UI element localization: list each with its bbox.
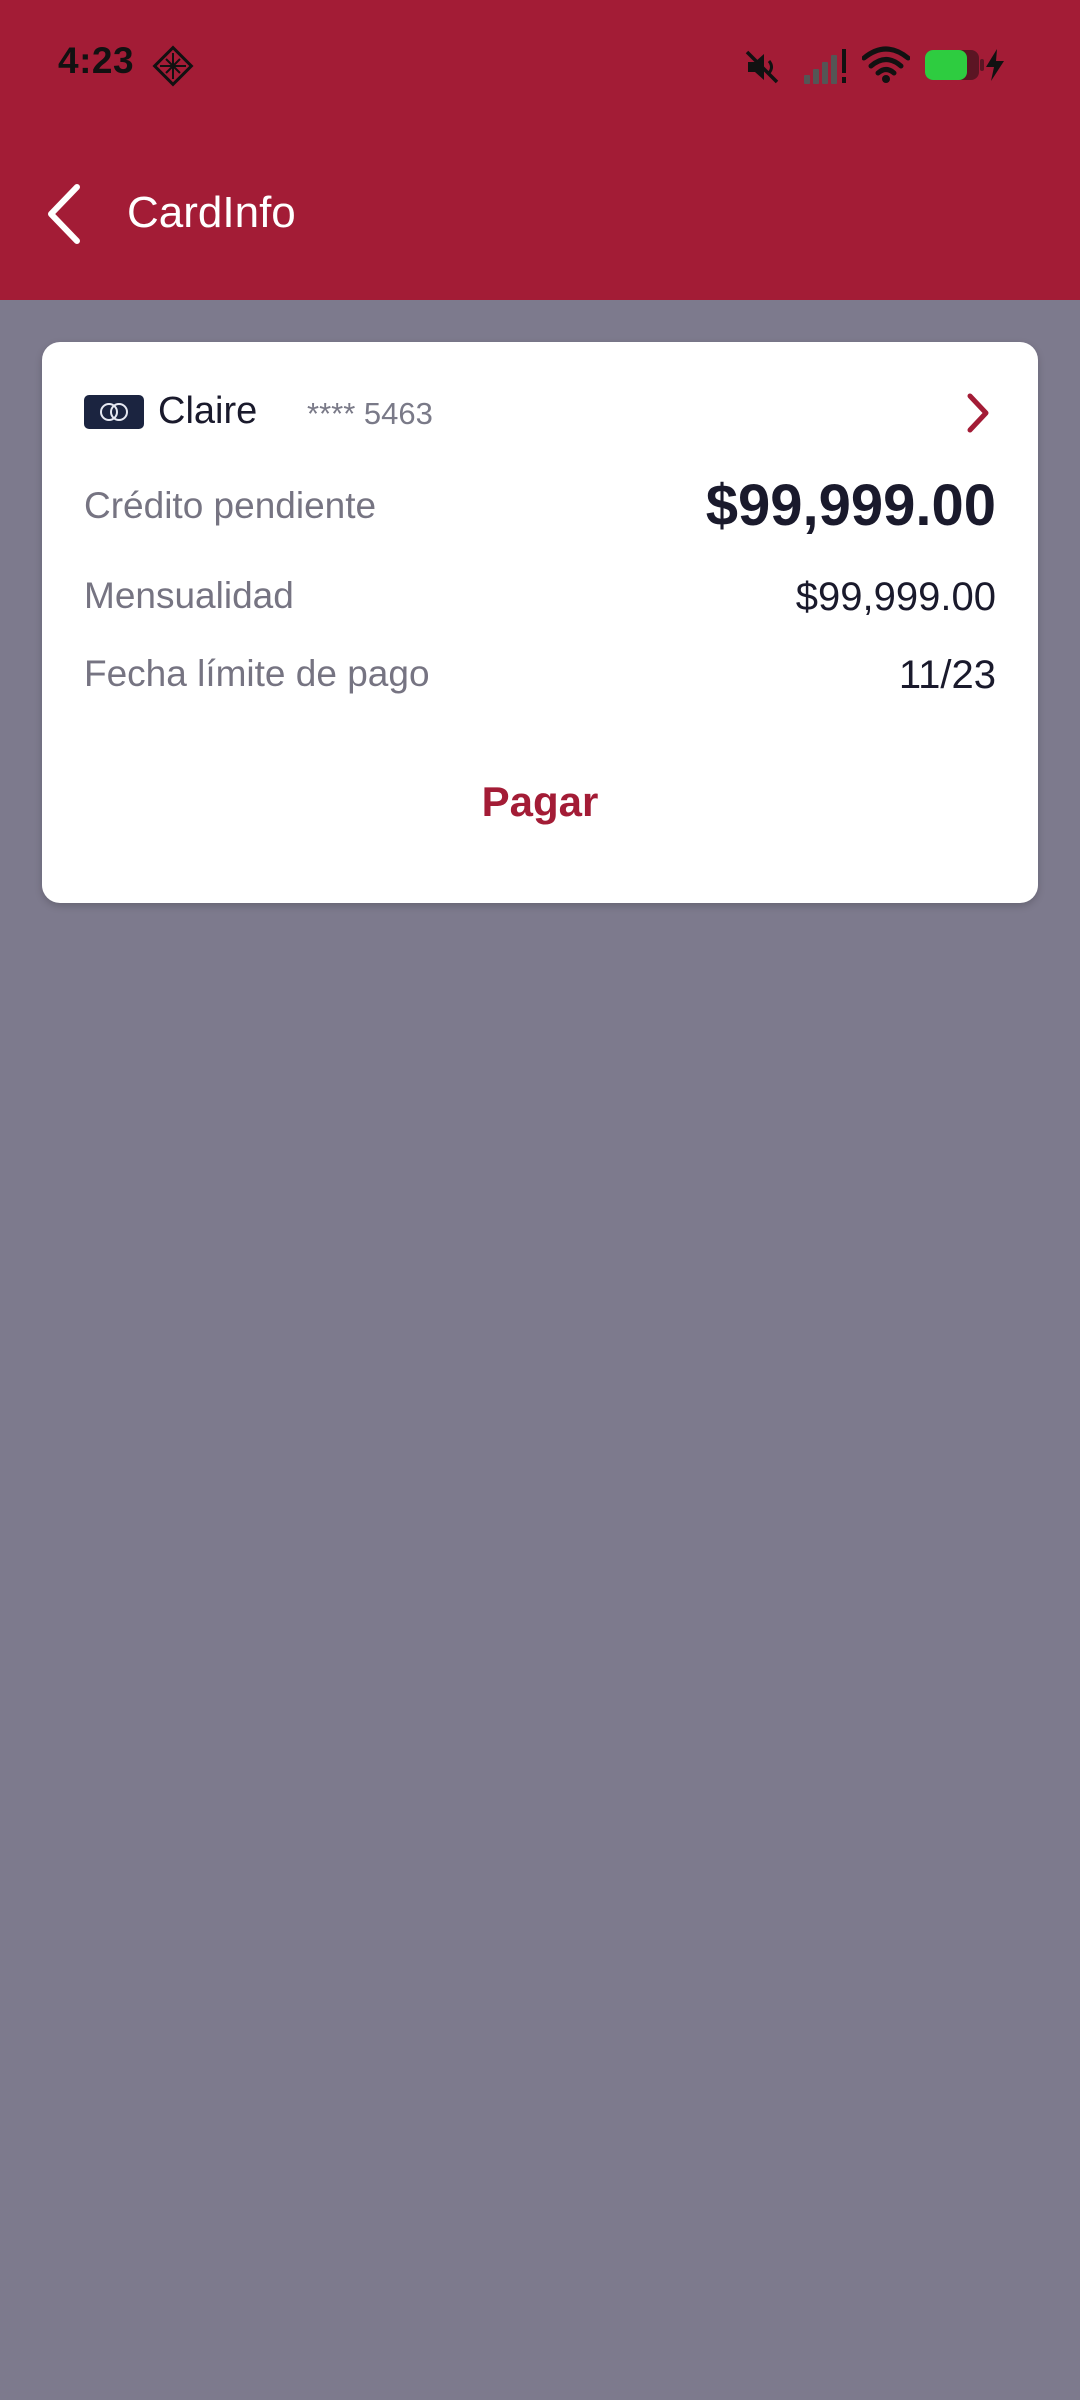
battery-icon xyxy=(925,50,984,80)
grid-notification-icon xyxy=(152,45,194,87)
nav-bar: CardInfo xyxy=(0,160,1080,270)
status-time: 4:23 xyxy=(58,40,135,81)
card-number: **** 5463 xyxy=(307,396,433,431)
charging-icon xyxy=(986,49,1004,81)
card-brand-logo xyxy=(84,395,144,429)
monthly-payment-value: $99,999.00 xyxy=(795,575,996,619)
pay-button[interactable]: Pagar xyxy=(390,757,690,847)
card-header-link[interactable]: Claire **** 5463 xyxy=(84,382,996,444)
monthly-payment-label: Mensualidad xyxy=(84,575,294,616)
status-bar: 4:23 xyxy=(0,0,1080,130)
due-date-label: Fecha límite de pago xyxy=(84,653,430,694)
outstanding-credit-label: Crédito pendiente xyxy=(84,485,377,526)
mute-icon xyxy=(745,50,779,84)
back-chevron-icon xyxy=(48,184,80,244)
credit-card-summary: Claire **** 5463 Crédito pendiente $99,9… xyxy=(42,342,1038,903)
card-holder-name: Claire xyxy=(158,390,258,432)
chevron-right-icon xyxy=(967,393,989,433)
due-date-value: 11/23 xyxy=(898,653,996,697)
back-button[interactable] xyxy=(30,172,100,256)
outstanding-credit-value: $99,999.00 xyxy=(705,473,996,538)
app-header: 4:23 CardInfo xyxy=(0,0,1080,300)
page-title: CardInfo xyxy=(127,188,296,237)
signal-icon xyxy=(804,49,846,84)
wifi-icon xyxy=(862,46,910,83)
card-circles-icon xyxy=(100,403,128,421)
